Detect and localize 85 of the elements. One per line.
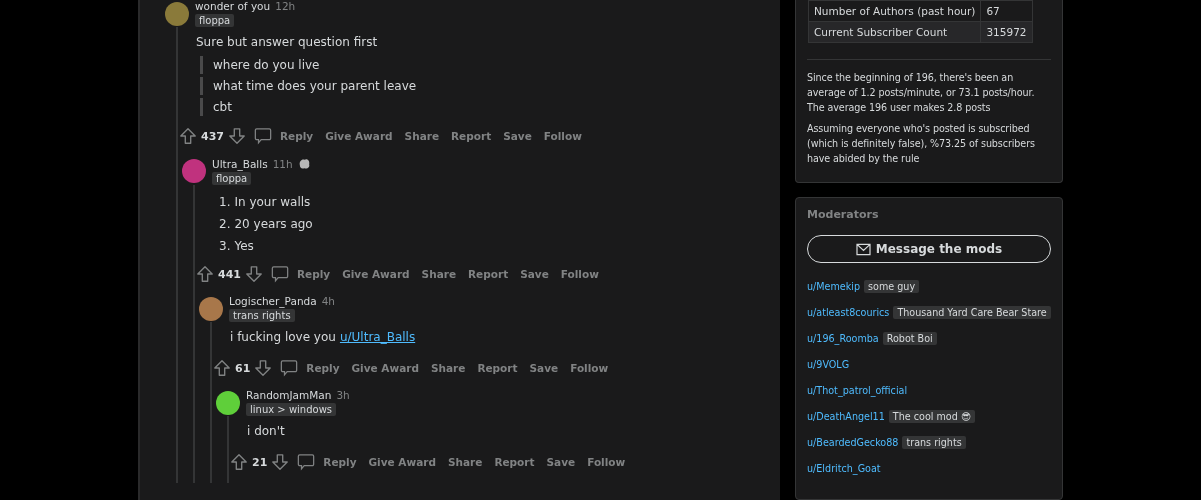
timestamp: 12h [275,0,296,12]
author-name[interactable]: Logischer_Panda [229,295,317,307]
author-name[interactable]: wonder of you [195,0,271,12]
comment-icon [280,359,299,377]
action-button[interactable]: Save [516,268,553,280]
user-flair: Robot Boi [882,331,937,345]
moderator-link[interactable]: u/196_Roomba [807,332,879,344]
action-button[interactable]: Follow [539,130,586,142]
moderator-link[interactable]: u/Memekip [807,280,861,292]
list-number: 2. [219,216,231,233]
user-flair: linux > windows [246,403,337,416]
downvote-icon[interactable] [244,265,263,283]
downvote-icon[interactable] [271,453,290,471]
quote-text: cbt [200,98,780,116]
user-flair: floppa [195,14,235,27]
downvote-icon[interactable] [227,127,246,145]
upvote-icon[interactable] [213,359,231,377]
user-link[interactable]: u/Ultra_Balls [339,330,416,344]
action-button[interactable]: Reply [292,268,335,280]
comment-icon [270,265,289,283]
list-item-text: In your walls [234,194,311,211]
stats-text: Since the beginning of 196, there's been an average of 1.2 posts/minute, or 73.1 posts/hour. The average 196 user makes 2.8 posts [807,71,1036,115]
list-number: 3. [219,238,231,255]
action-button[interactable]: Report [447,130,496,142]
author-name[interactable]: RandomJamMan [246,389,332,401]
action-button[interactable]: Give Award [364,456,440,468]
action-button[interactable]: Share [426,362,470,374]
table-cell: 67 [980,0,1032,22]
action-button[interactable]: Reply [275,130,318,142]
action-button[interactable]: Follow [556,268,603,280]
action-button[interactable]: Share [417,268,461,280]
user-flair: floppa [212,172,252,185]
action-button[interactable]: Give Award [321,130,397,142]
moderator-link[interactable]: u/DeathAngel11 [807,410,885,422]
moderator-link[interactable]: u/atleast8courics [807,306,890,318]
user-flair: some guy [864,279,920,293]
action-button[interactable]: Report [473,362,522,374]
comment-text: Sure but answer question first [196,34,379,51]
quote-text: where do you live [200,56,780,74]
comment-text: i fucking love you [230,330,336,344]
comment-text: i don't [247,423,286,440]
moderator-link[interactable]: u/Eldritch_Goat [807,462,881,474]
action-button[interactable]: Give Award [338,268,414,280]
action-button[interactable]: Report [490,456,539,468]
user-flair: Thousand Yard Care Bear Stare [893,305,1051,319]
card-title: Moderators [807,208,880,221]
timestamp: 4h [321,295,335,307]
action-button[interactable]: Save [525,362,563,374]
action-button[interactable]: Reply [319,456,361,468]
comment-icon [297,453,316,471]
vote-count: 437 [201,129,224,143]
stats-text: Assuming everyone who's posted is subscribed (which is definitely false), %73.25 of subscribers have abided by the rule [807,122,1036,166]
mail-icon [855,242,871,256]
upvote-icon[interactable] [196,265,214,283]
action-button[interactable]: Follow [583,456,630,468]
moderator-link[interactable]: u/Thot_patrol_official [807,384,908,396]
action-button[interactable]: Save [542,456,580,468]
timestamp: 3h [336,389,350,401]
action-button[interactable]: Report [464,268,513,280]
action-button[interactable]: Give Award [347,362,423,374]
author-name[interactable]: Ultra_Balls [212,157,268,170]
action-button[interactable]: Save [499,130,536,142]
action-button[interactable]: Reply [302,362,344,374]
list-number: 1. [219,194,231,211]
upvote-icon[interactable] [179,127,197,145]
moderator-link[interactable]: u/BeardedGecko88 [807,436,899,448]
moderator-link[interactable]: u/9VOLG [807,358,850,370]
user-flair: trans rights [902,435,966,449]
user-flair: The cool mod 😎 [888,409,975,423]
comment-icon [253,127,272,145]
action-button[interactable]: Share [400,130,444,142]
action-button[interactable]: Follow [566,362,613,374]
user-flair: trans rights [229,309,295,322]
list-item-text: 20 years ago [234,216,313,233]
table-cell: Number of Authors (past hour) [808,0,981,22]
quote-text: what time does your parent leave [200,77,780,95]
timestamp: 11h [272,157,293,170]
action-button[interactable]: Share [443,456,487,468]
vote-count: 21 [252,455,268,469]
upvote-icon[interactable] [230,453,248,471]
vote-count: 441 [218,267,241,281]
list-item-text: Yes [234,238,254,255]
downvote-icon[interactable] [254,359,273,377]
vote-count: 61 [235,361,251,375]
table-cell: Current Subscriber Count [808,21,981,43]
